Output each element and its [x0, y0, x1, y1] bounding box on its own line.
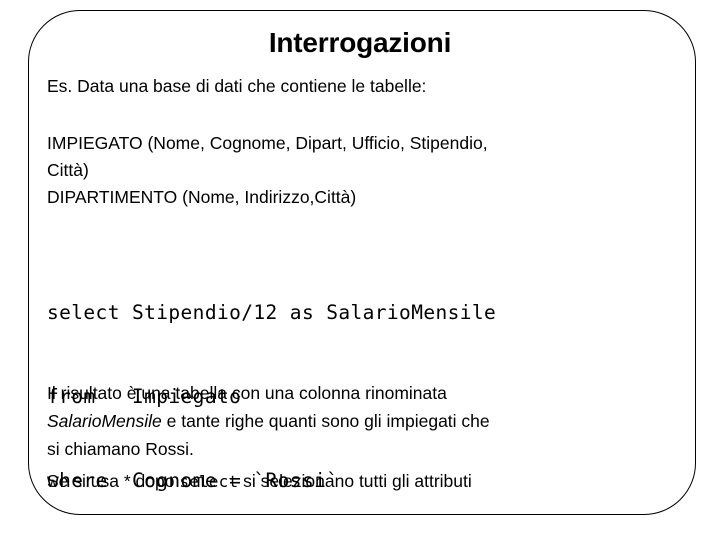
star-note-text: Se si usa * dopo select si selezionano t…: [47, 469, 472, 494]
page-title: Interrogazioni: [268, 27, 452, 58]
inline-keyword-select: select: [179, 472, 239, 491]
schema-impiegato-line-1: IMPIEGATO (Nome, Cognome, Dipart, Uffici…: [47, 133, 488, 153]
intro-text: Es. Data una base di dati che contiene l…: [47, 76, 427, 96]
result-text-line-2: SalarioMensile e tante righe quanti sono…: [47, 409, 490, 433]
result-text-line-3: si chiamano Rossi.: [47, 439, 194, 459]
star-note-after: si selezionano tutti gli attributi: [238, 471, 472, 491]
column-alias-term: SalarioMensile: [47, 411, 162, 431]
sql-line-select: select Stipendio/12 as SalarioMensile: [47, 301, 497, 324]
result-text-line-1: Il risultato è una tabella con una colon…: [47, 383, 447, 403]
star-note-before: Se si usa * dopo: [47, 471, 180, 491]
schema-impiegato-line-2: Città): [47, 160, 89, 180]
schema-dipartimento: DIPARTIMENTO (Nome, Indirizzo,Città): [47, 187, 357, 207]
result-text-line-2-rest: e tante righe quanti sono gli impiegati …: [161, 411, 490, 431]
